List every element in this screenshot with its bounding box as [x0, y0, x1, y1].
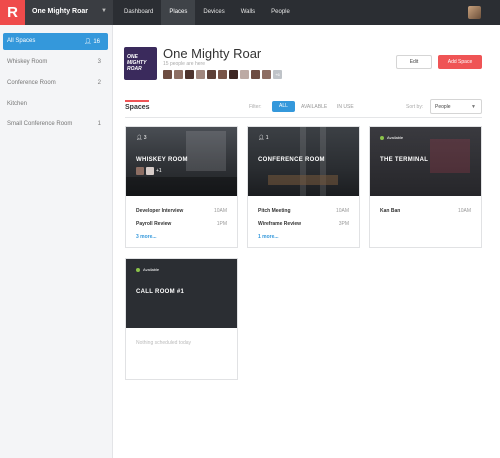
sidebar-item-label: All Spaces — [7, 38, 36, 44]
space-photo: 👤︎ 3 WHISKEY ROOM +1 — [126, 127, 237, 196]
occupancy: 👤︎ 3 — [136, 135, 147, 141]
more-events-link[interactable]: 1 more... — [258, 234, 279, 240]
availability-status: Available — [136, 267, 159, 272]
more-occupants: +1 — [156, 168, 162, 174]
availability-status: Available — [380, 135, 403, 140]
event-title: Developer Interview — [136, 208, 184, 214]
sidebar-item-whiskey-room[interactable]: Whiskey Room 3 — [0, 54, 113, 71]
event-title: Pitch Meeting — [258, 208, 291, 214]
occupancy-count: 3 — [143, 135, 147, 141]
event-time: 10AM — [335, 208, 349, 214]
event-title: Kan Ban — [380, 208, 401, 214]
avatar[interactable] — [174, 70, 183, 79]
person-icon: 👤︎ — [258, 135, 265, 141]
avatar[interactable] — [218, 70, 227, 79]
status-text: Available — [387, 135, 404, 140]
person-icon: 👤︎ — [136, 135, 143, 141]
nav-devices[interactable]: Devices — [195, 0, 232, 25]
sidebar-item-all-spaces[interactable]: All Spaces 👤︎ 16 — [3, 33, 108, 50]
space-name: CONFERENCE ROOM — [258, 157, 325, 163]
avatar[interactable] — [163, 70, 172, 79]
space-card-conference-room[interactable]: 👤︎ 1 CONFERENCE ROOM Pitch Meeting 10AM … — [247, 126, 360, 248]
space-card-whiskey-room[interactable]: 👤︎ 3 WHISKEY ROOM +1 Developer Interview… — [125, 126, 238, 248]
sidebar-item-label: Kitchen — [7, 101, 28, 107]
person-icon: 👤︎ — [84, 39, 92, 45]
people-count: 15 people are here — [163, 61, 205, 67]
app-logo[interactable]: R — [0, 0, 25, 25]
section-title: Spaces — [125, 104, 150, 111]
sidebar-item-count: 👤︎ 16 — [84, 38, 100, 45]
space-header: Available CALL ROOM #1 — [126, 259, 237, 328]
available-dot-icon — [380, 135, 384, 140]
event-time: 10AM — [457, 208, 471, 214]
event-time: 3PM — [338, 221, 349, 227]
space-photo: Available THE TERMINAL — [370, 127, 481, 196]
add-space-button[interactable]: Add Space — [438, 55, 482, 69]
sidebar-item-count: 3 — [97, 59, 101, 65]
avatar[interactable] — [185, 70, 194, 79]
filter-available[interactable]: AVAILABLE — [301, 104, 327, 110]
avatar[interactable] — [251, 70, 260, 79]
empty-schedule-text: Nothing scheduled today — [136, 340, 192, 346]
place-logo-text: ONE MIGHTY ROAR — [127, 54, 147, 72]
event-title: Payroll Review — [136, 221, 172, 227]
filter-in-use[interactable]: IN USE — [337, 104, 354, 110]
nav-people[interactable]: People — [263, 0, 298, 25]
avatar[interactable] — [262, 70, 271, 79]
user-avatar[interactable] — [468, 6, 481, 19]
event-time: 1PM — [216, 221, 227, 227]
nav-places[interactable]: Places — [161, 0, 196, 25]
available-dot-icon — [136, 267, 140, 272]
sort-select[interactable]: People ▼ — [430, 99, 482, 114]
nav-dashboard[interactable]: Dashboard — [116, 0, 161, 25]
space-name: WHISKEY ROOM — [136, 157, 188, 163]
sidebar-item-count: 2 — [97, 80, 101, 86]
event-time: 10AM — [213, 208, 227, 214]
space-card-the-terminal[interactable]: Available THE TERMINAL Kan Ban 10AM — [369, 126, 482, 248]
sort-label: Sort by: — [406, 104, 424, 110]
status-text: Available — [143, 267, 160, 272]
event-title: Wireframe Review — [258, 221, 302, 227]
occupancy: 👤︎ 1 — [258, 135, 269, 141]
sidebar-item-label: Small Conference Room — [7, 121, 73, 127]
space-card-call-room-1[interactable]: Available CALL ROOM #1 Nothing scheduled… — [125, 258, 238, 380]
avatar[interactable] — [196, 70, 205, 79]
chevron-down-icon: ▼ — [101, 8, 107, 14]
occupant-avatars: +1 — [136, 167, 162, 175]
space-photo: 👤︎ 1 CONFERENCE ROOM — [248, 127, 359, 196]
divider — [125, 117, 482, 118]
count-value: 16 — [93, 39, 100, 45]
place-logo: ONE MIGHTY ROAR — [124, 47, 157, 80]
space-name: THE TERMINAL — [380, 157, 429, 163]
avatar[interactable] — [240, 70, 249, 79]
section-underline — [125, 100, 149, 102]
sidebar-item-label: Conference Room — [7, 80, 56, 86]
more-people-badge[interactable]: +6 — [273, 70, 282, 79]
occupancy-count: 1 — [265, 135, 269, 141]
sidebar-item-count: 1 — [97, 121, 101, 127]
sidebar-item-conference-room[interactable]: Conference Room 2 — [0, 75, 113, 92]
chevron-down-icon: ▼ — [471, 104, 476, 110]
filter-all[interactable]: ALL — [272, 101, 295, 112]
top-bar: R One Mighty Roar ▼ Dashboard Places Dev… — [0, 0, 500, 25]
avatar[interactable] — [207, 70, 216, 79]
people-avatars: +6 — [163, 70, 282, 79]
nav-walls[interactable]: Walls — [233, 0, 263, 25]
edit-button[interactable]: Edit — [396, 55, 432, 69]
sidebar-item-small-conference-room[interactable]: Small Conference Room 1 — [0, 116, 113, 133]
avatar[interactable] — [229, 70, 238, 79]
avatar[interactable] — [136, 167, 144, 175]
space-name: CALL ROOM #1 — [136, 289, 185, 295]
filter-label: Filter: — [249, 104, 262, 110]
main-nav: Dashboard Places Devices Walls People — [116, 0, 298, 25]
avatar[interactable] — [146, 167, 154, 175]
more-events-link[interactable]: 3 more... — [136, 234, 157, 240]
sidebar: All Spaces 👤︎ 16 Whiskey Room 3 Conferen… — [0, 25, 113, 458]
page-title: One Mighty Roar — [163, 46, 262, 61]
org-name: One Mighty Roar — [32, 8, 89, 15]
sort-value: People — [435, 104, 451, 110]
org-switcher[interactable]: One Mighty Roar ▼ — [25, 0, 113, 25]
sidebar-item-label: Whiskey Room — [7, 59, 48, 65]
sidebar-item-kitchen[interactable]: Kitchen — [0, 96, 113, 113]
